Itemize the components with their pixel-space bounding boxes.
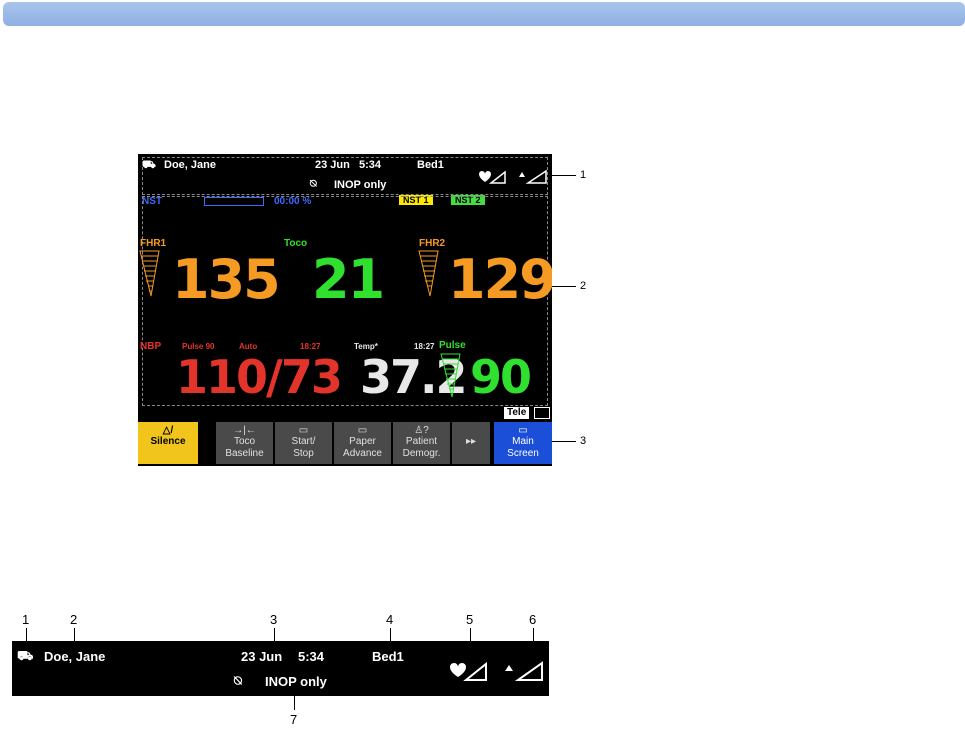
paper-icon: ▭ [357, 425, 368, 436]
callout-bottom-5: 5 [466, 612, 474, 627]
callout-bottom-6: 6 [529, 612, 537, 627]
paper-advance-button[interactable]: ▭ Paper Advance [334, 422, 391, 464]
detail-battery-signal-icon [505, 661, 543, 681]
smartkeys-bar: △/ Silence →|← Toco Baseline ▭ Start/ St… [138, 420, 552, 466]
callout-top-2: 2 [580, 280, 587, 292]
callout-bottom-3: 3 [270, 612, 278, 627]
main-screen-button[interactable]: ▭ Main Screen [494, 422, 552, 464]
nbp-label[interactable]: NBP [140, 341, 161, 352]
fhr1-label[interactable]: FHR1 [140, 238, 166, 249]
monitor-screen: ⛟ Doe, Jane 23 Jun 5:34 Bed1 ⍉ INOP only… [138, 154, 552, 466]
more-keys-button[interactable]: ▸▸ [452, 422, 490, 464]
pulse-value[interactable]: 90 [470, 350, 532, 404]
callout-line-2 [552, 286, 576, 287]
detail-bed-label: Bed1 [372, 649, 404, 664]
detail-date: 23 Jun [241, 649, 283, 664]
toco-baseline-button[interactable]: →|← Toco Baseline [216, 422, 273, 464]
fhr2-value[interactable]: 129 [448, 248, 552, 311]
pulse-time: 18:27 [414, 342, 435, 351]
tele-badge[interactable]: Tele [504, 407, 530, 419]
silence-button[interactable]: △/ Silence [138, 422, 198, 464]
telemetry-battery-icon [534, 407, 550, 419]
fhr2-label[interactable]: FHR2 [419, 238, 445, 249]
nbp-value[interactable]: 110/73 [176, 350, 343, 404]
callout-top-1: 1 [580, 169, 587, 181]
toco-value[interactable]: 21 [312, 248, 385, 311]
start-stop-button[interactable]: ▭ Start/ Stop [275, 422, 332, 464]
detail-alarm-status[interactable]: INOP only [265, 674, 327, 689]
callout-line-3 [552, 441, 576, 442]
callout-bottom-7: 7 [290, 712, 298, 727]
patient-icon: ♙? [414, 425, 429, 436]
fhr1-signal-quality-icon [139, 250, 160, 297]
callout-bottom-2: 2 [70, 612, 78, 627]
fast-forward-icon: ▸▸ [465, 436, 477, 447]
header-detail-strip: ⛟ Doe, Jane 23 Jun 5:34 Bed1 ⍉ INOP only [12, 641, 549, 696]
callout-bottom-4: 4 [386, 612, 394, 627]
pulse-label[interactable]: Pulse [439, 340, 466, 351]
detail-time: 5:34 [298, 649, 325, 664]
callout-tick-7 [294, 694, 295, 710]
detail-telemetry-signal-icon [450, 661, 487, 681]
main-screen-icon: ▭ [518, 425, 528, 436]
pulse-signal-quality-icon [440, 353, 461, 398]
callout-bottom-1: 1 [22, 612, 30, 627]
recorder-icon: ▭ [298, 425, 309, 436]
callout-line-1 [552, 175, 576, 176]
title-bar [3, 2, 965, 26]
detail-patient-name[interactable]: Doe, Jane [44, 649, 105, 664]
fhr2-signal-quality-icon [418, 250, 439, 297]
header-outline [142, 157, 548, 195]
fhr1-value[interactable]: 135 [172, 248, 281, 311]
detail-alarm-off-icon: ⍉ [234, 673, 242, 688]
silence-icon: △/ [162, 425, 174, 436]
callout-top-3: 3 [580, 435, 587, 447]
toco-label[interactable]: Toco [284, 238, 307, 249]
bed-icon: ⛟ [17, 648, 34, 663]
patient-demogr-button[interactable]: ♙? Patient Demogr. [393, 422, 450, 464]
toco-baseline-icon: →|← [233, 425, 256, 436]
